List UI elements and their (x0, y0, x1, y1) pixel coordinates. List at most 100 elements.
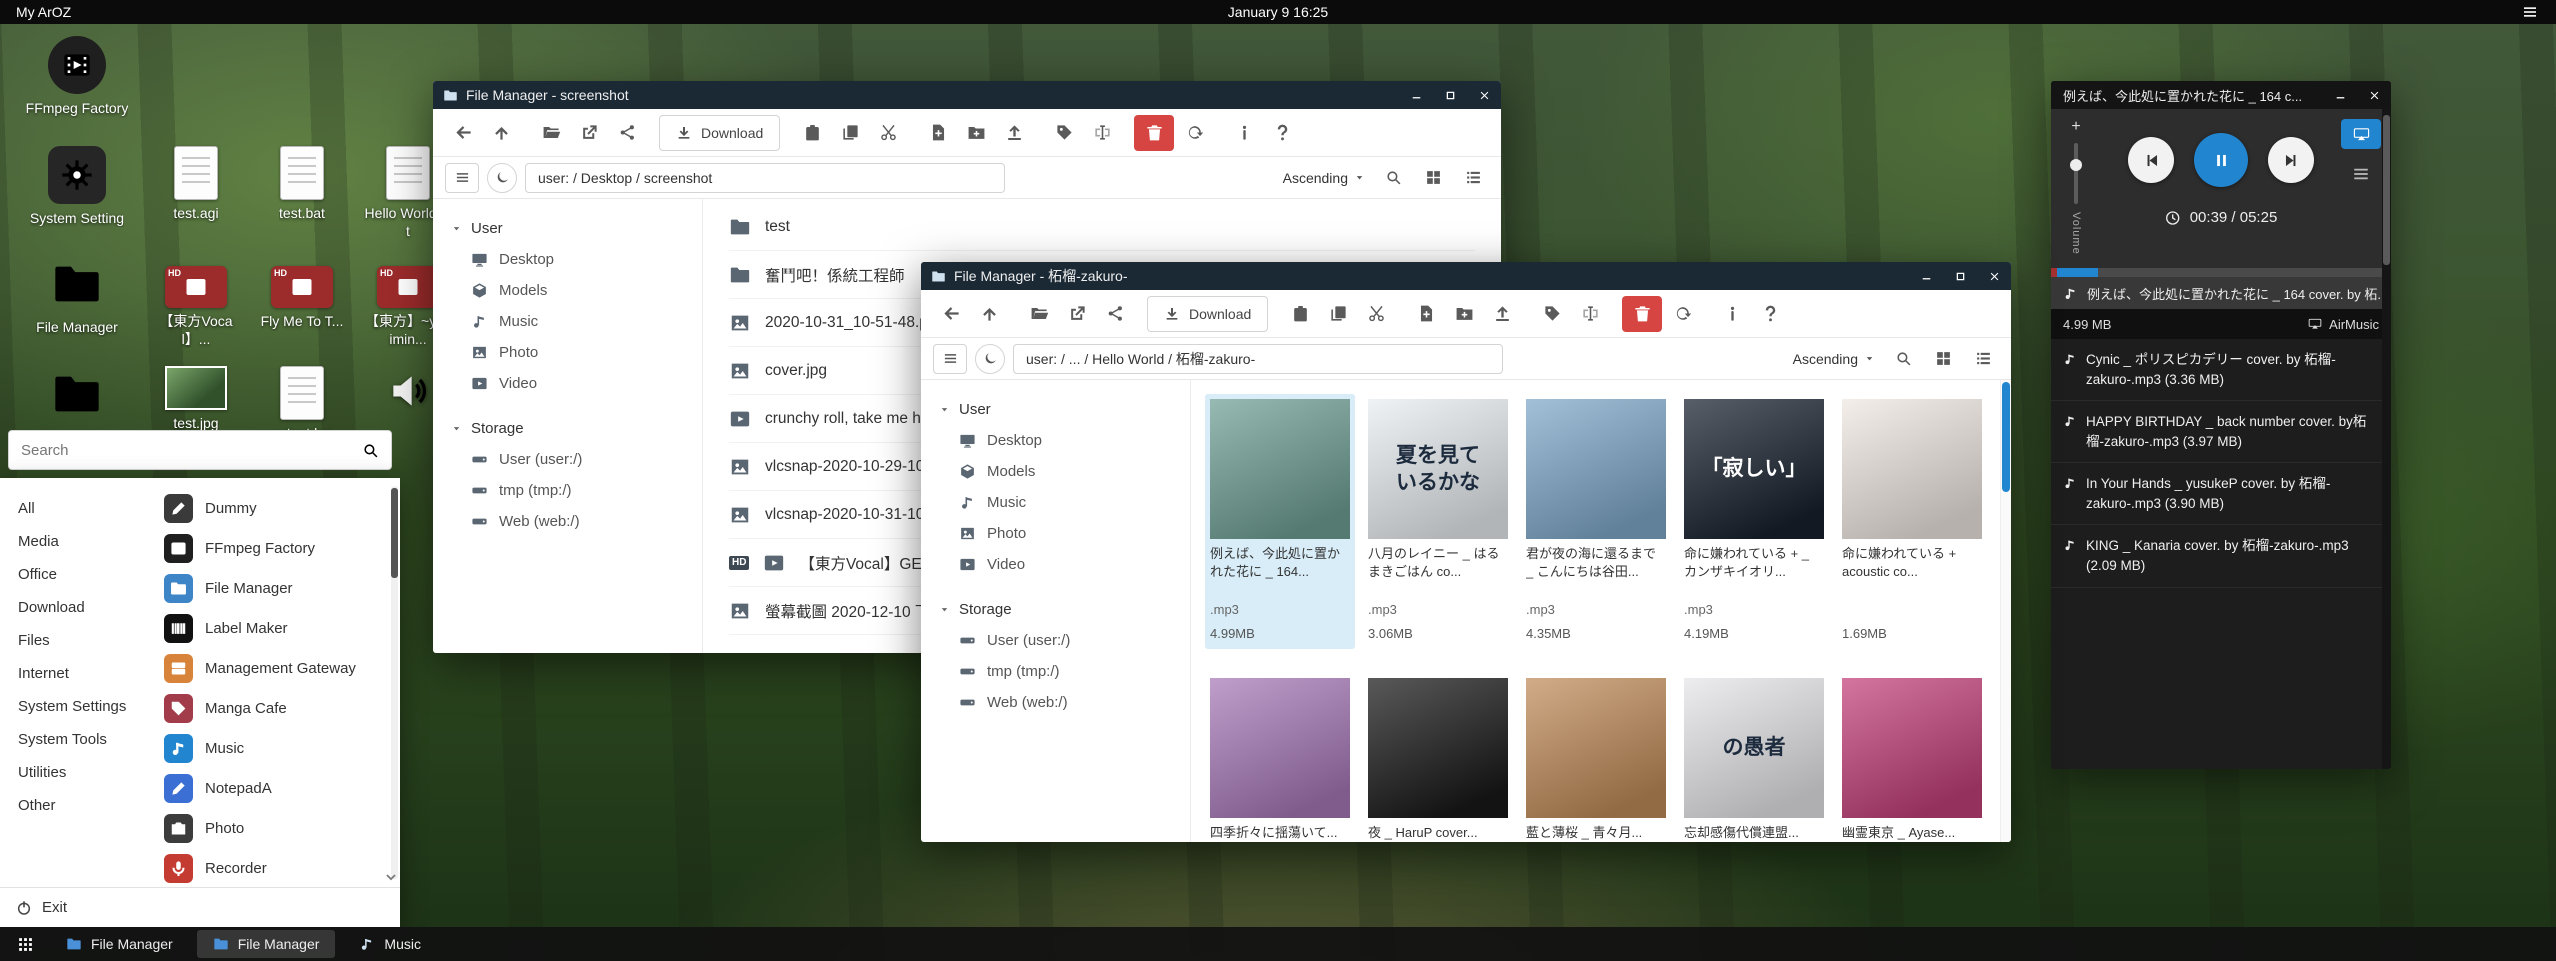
sidebar-section-storage[interactable]: Storage (921, 594, 1190, 625)
sidebar-storage-item[interactable]: Web (web:/) (921, 687, 1190, 718)
file-tile[interactable]: 君が夜の海に還るまで _ こんにちは谷田... .mp3 4.35MB (1521, 394, 1671, 649)
next-track-button[interactable] (2268, 137, 2314, 183)
sidebar-storage-item[interactable]: User (user:/) (921, 625, 1190, 656)
desktop-icon[interactable]: FFmpeg Factory (16, 36, 138, 118)
launcher-category[interactable]: Other (0, 789, 152, 822)
playlist-item[interactable]: Cynic _ ポリスピカデリー cover. by 柘榴-zakuro-.mp… (2051, 339, 2391, 401)
desktop-file-icon[interactable]: test.bat (258, 146, 346, 240)
open-external-button[interactable] (571, 115, 607, 151)
titlebar[interactable]: File Manager - screenshot (433, 81, 1501, 109)
sidebar-toggle-button[interactable] (445, 163, 479, 193)
sidebar-item[interactable]: Music (921, 487, 1190, 518)
share-button[interactable] (609, 115, 645, 151)
pause-button[interactable] (2194, 133, 2248, 187)
delete-button[interactable] (1622, 296, 1662, 332)
launcher-button[interactable] (8, 930, 42, 958)
desktop-video-icon[interactable]: HD Fly Me To T... (258, 266, 346, 348)
titlebar[interactable]: File Manager - 柘榴-zakuro- (921, 262, 2011, 290)
launcher-app-item[interactable]: NotepadA (156, 768, 390, 808)
volume-control[interactable]: + Volume (2063, 119, 2089, 255)
open-external-button[interactable] (1059, 296, 1095, 332)
volume-slider[interactable] (2074, 143, 2078, 204)
new-file-button[interactable] (1408, 296, 1444, 332)
minimize-button[interactable] (1399, 81, 1433, 109)
file-tile[interactable]: 夏を見て いるかな 八月のレイニー _ はるまきごはん co... .mp3 3… (1363, 394, 1513, 649)
file-tile[interactable]: 幽霊東京 _ Ayase... (1837, 673, 1987, 842)
file-tile[interactable]: 四季折々に揺蕩いて... (1205, 673, 1355, 842)
launcher-app-item[interactable]: Management Gateway (156, 648, 390, 688)
refresh-button[interactable] (1176, 115, 1212, 151)
desktop-video-icon[interactable]: HD 【東方Vocal】... (152, 266, 240, 348)
info-button[interactable] (1226, 115, 1262, 151)
close-button[interactable] (1467, 81, 1501, 109)
cast-button[interactable] (2341, 119, 2381, 149)
launcher-scrollbar[interactable] (391, 486, 398, 879)
tag-button[interactable] (1046, 115, 1082, 151)
tag-button[interactable] (1534, 296, 1570, 332)
sidebar-section-user[interactable]: User (921, 394, 1190, 425)
maximize-button[interactable] (1943, 262, 1977, 290)
minimize-button[interactable] (1909, 262, 1943, 290)
help-button[interactable] (1752, 296, 1788, 332)
close-button[interactable] (2357, 81, 2391, 109)
up-button[interactable] (971, 296, 1007, 332)
back-button[interactable] (933, 296, 969, 332)
cut-button[interactable] (1358, 296, 1394, 332)
launcher-category[interactable]: Files (0, 624, 152, 657)
airmusic-button[interactable]: AirMusic (2308, 317, 2379, 332)
share-button[interactable] (1097, 296, 1133, 332)
taskbar-item[interactable]: File Manager (50, 930, 189, 958)
launcher-category[interactable]: Internet (0, 657, 152, 690)
search-button[interactable] (1887, 344, 1919, 374)
path-breadcrumb[interactable]: user: / Desktop / screenshot (525, 163, 1005, 193)
path-breadcrumb[interactable]: user: / ... / Hello World / 柘榴-zakuro- (1013, 344, 1503, 374)
close-button[interactable] (1977, 262, 2011, 290)
launcher-category[interactable]: Media (0, 525, 152, 558)
launcher-app-item[interactable]: Dummy (156, 488, 390, 528)
cut-button[interactable] (870, 115, 906, 151)
playlist-item[interactable]: KING _ Kanaria cover. by 柘榴-zakuro-.mp3 … (2051, 525, 2391, 587)
sidebar-toggle-button[interactable] (933, 344, 967, 374)
open-button[interactable] (533, 115, 569, 151)
sidebar-item[interactable]: Music (433, 306, 702, 337)
new-folder-button[interactable] (1446, 296, 1482, 332)
launcher-category[interactable]: Download (0, 591, 152, 624)
playlist-toggle-button[interactable] (2341, 159, 2381, 189)
dark-mode-toggle[interactable] (975, 344, 1005, 374)
desktop-file-icon[interactable]: test.agi (152, 146, 240, 240)
sidebar-storage-item[interactable]: tmp (tmp:/) (921, 656, 1190, 687)
new-file-button[interactable] (920, 115, 956, 151)
grid-view-button[interactable] (1927, 344, 1959, 374)
launcher-category[interactable]: System Tools (0, 723, 152, 756)
sidebar-item[interactable]: Models (921, 456, 1190, 487)
open-button[interactable] (1021, 296, 1057, 332)
sidebar-item[interactable]: Photo (433, 337, 702, 368)
taskbar-item[interactable]: File Manager (197, 930, 336, 958)
file-tile[interactable]: 命に嫌われている + acoustic co... 1.69MB (1837, 394, 1987, 649)
titlebar[interactable]: 例えば、今此処に置かれた花に _ 164 c... (2051, 81, 2391, 109)
grid-view-button[interactable] (1417, 163, 1449, 193)
sidebar-item[interactable]: Photo (921, 518, 1190, 549)
launcher-app-item[interactable]: Music (156, 728, 390, 768)
file-row[interactable]: test (729, 203, 1475, 251)
launcher-category[interactable]: Utilities (0, 756, 152, 789)
file-tile[interactable]: 藍と薄桜 _ 青々月... (1521, 673, 1671, 842)
launcher-category[interactable]: Office (0, 558, 152, 591)
launcher-category[interactable]: All (0, 492, 152, 525)
seek-bar[interactable] (2051, 268, 2391, 277)
sidebar-item[interactable]: Video (433, 368, 702, 399)
copy-button[interactable] (1320, 296, 1356, 332)
list-view-button[interactable] (1457, 163, 1489, 193)
copy-button[interactable] (832, 115, 868, 151)
sidebar-storage-item[interactable]: User (user:/) (433, 444, 702, 475)
file-tile[interactable]: の愚者 忘却感傷代償連盟... (1679, 673, 1829, 842)
top-menu-button[interactable] (2522, 3, 2540, 21)
scrollbar[interactable] (2382, 109, 2391, 769)
sidebar-item[interactable]: Desktop (921, 425, 1190, 456)
sidebar-section-storage[interactable]: Storage (433, 413, 702, 444)
paste-button[interactable] (1282, 296, 1318, 332)
search-input[interactable] (21, 442, 362, 459)
scrollbar-thumb[interactable] (2383, 115, 2390, 265)
up-button[interactable] (483, 115, 519, 151)
new-folder-button[interactable] (958, 115, 994, 151)
